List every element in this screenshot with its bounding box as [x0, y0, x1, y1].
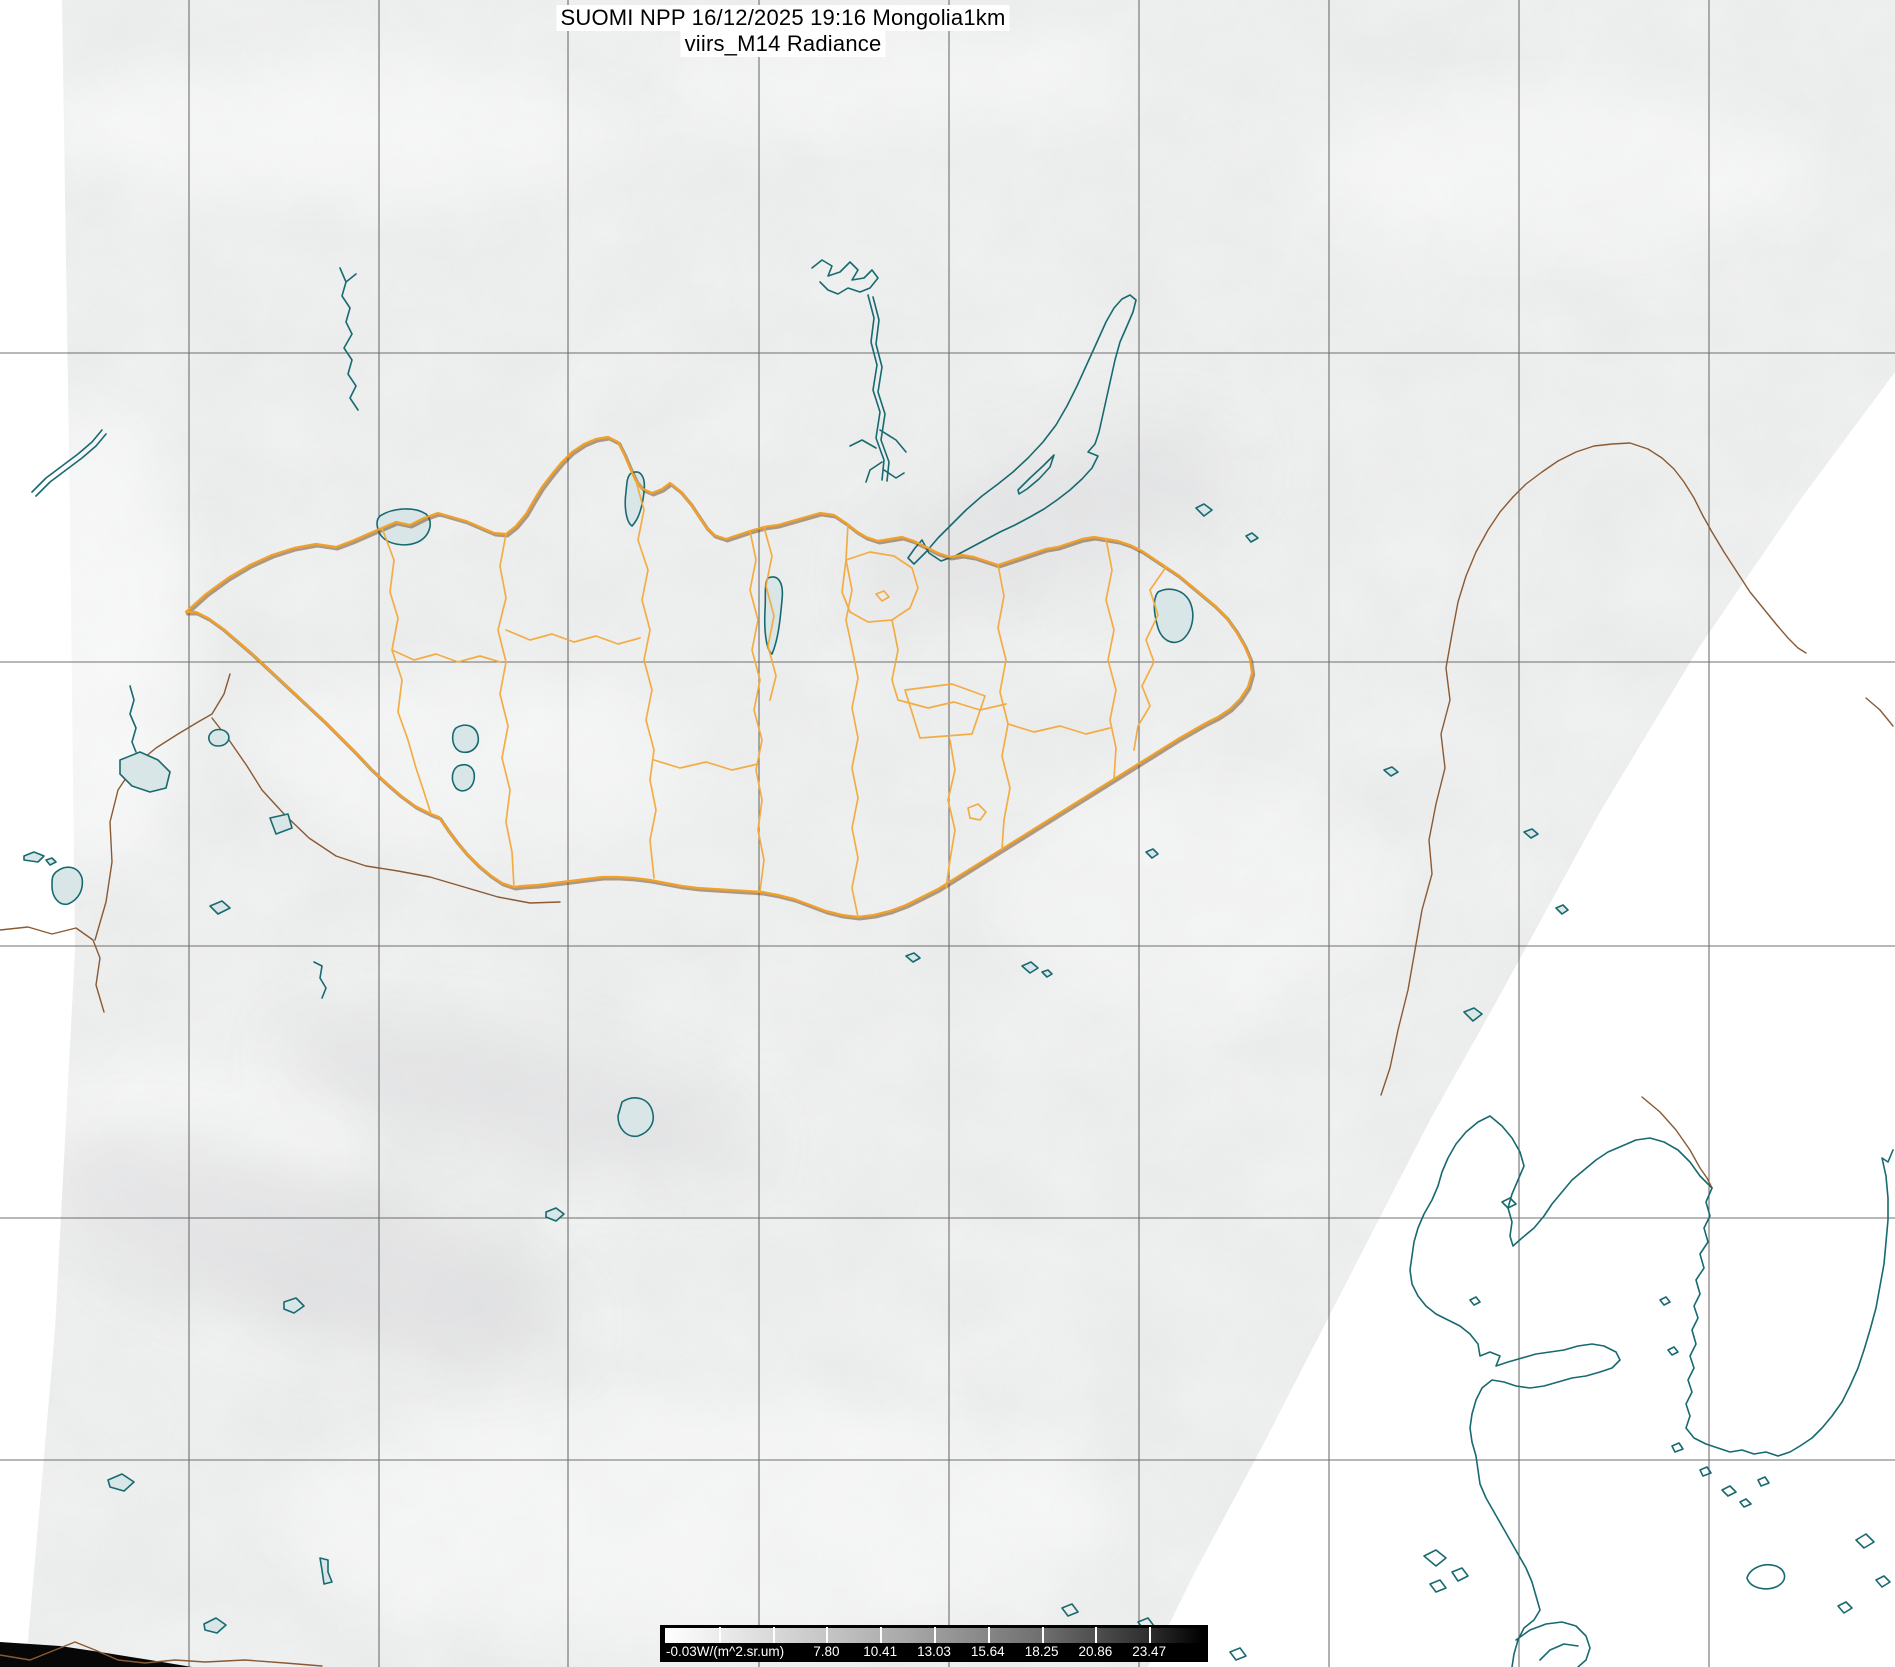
khyargas-lake: [453, 725, 479, 752]
colorbar-tick: [880, 1627, 882, 1643]
colorbar-tick: [934, 1627, 936, 1643]
airag-lake: [452, 765, 474, 791]
colorbar-tick-label: 10.41: [863, 1644, 897, 1660]
colorbar-tick: [773, 1627, 775, 1643]
title-line-2: viirs_M14 Radiance: [681, 31, 886, 57]
colorbar-tick: [1042, 1627, 1044, 1643]
colorbar: -0.03W/(m^2.sr.um) 7.80 10.41 13.03 15.64 18…: [660, 1625, 1208, 1662]
colorbar-tick-label: 20.86: [1078, 1644, 1112, 1660]
colorbar-unit-label: -0.03W/(m^2.sr.um): [666, 1644, 784, 1660]
title-line-1: SUOMI NPP 16/12/2025 19:16 Mongolia1km: [556, 5, 1009, 31]
colorbar-tick: [1149, 1627, 1151, 1643]
image-title: SUOMI NPP 16/12/2025 19:16 Mongolia1km v…: [556, 5, 1009, 57]
colorbar-labels: -0.03W/(m^2.sr.um) 7.80 10.41 13.03 15.64 18…: [665, 1644, 1203, 1660]
colorbar-gradient: [665, 1628, 1203, 1643]
colorbar-tick: [988, 1627, 990, 1643]
small-lake: [618, 1098, 653, 1136]
round-lake-west: [209, 730, 229, 747]
colorbar-tick-label: 7.80: [813, 1644, 839, 1660]
map-svg: [0, 0, 1895, 1667]
colorbar-tick-label: 18.25: [1025, 1644, 1059, 1660]
colorbar-tick-label: 13.03: [917, 1644, 951, 1660]
colorbar-tick-label: 15.64: [971, 1644, 1005, 1660]
colorbar-tick: [1095, 1627, 1097, 1643]
satellite-image-viewer: SUOMI NPP 16/12/2025 19:16 Mongolia1km v…: [0, 0, 1895, 1667]
colorbar-tick: [826, 1627, 828, 1643]
colorbar-tick-label: 23.47: [1132, 1644, 1166, 1660]
colorbar-tick: [719, 1627, 721, 1643]
